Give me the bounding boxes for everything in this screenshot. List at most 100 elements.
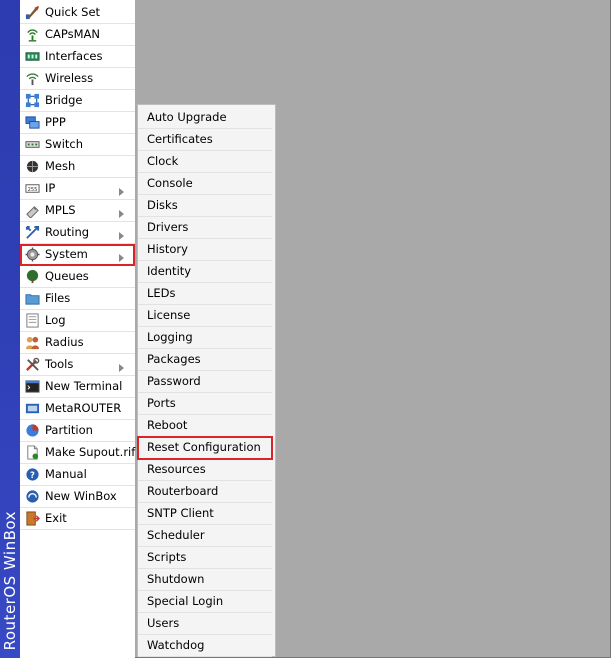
switch-icon (25, 137, 40, 152)
menu-item-label: Manual (45, 467, 87, 481)
submenu-item-sntp-client[interactable]: SNTP Client (138, 503, 272, 525)
submenu-item-identity[interactable]: Identity (138, 261, 272, 283)
menu-item-label: Log (45, 313, 66, 327)
submenu-item-certificates[interactable]: Certificates (138, 129, 272, 151)
interfaces-icon (25, 49, 40, 64)
submenu-item-routerboard[interactable]: Routerboard (138, 481, 272, 503)
terminal-icon (25, 379, 40, 394)
menu-item-label: Wireless (45, 71, 94, 85)
menu-item-exit[interactable]: Exit (20, 508, 135, 530)
submenu-item-reset-configuration[interactable]: Reset Configuration (137, 436, 273, 460)
menu-item-label: Bridge (45, 93, 83, 107)
menu-item-metarouter[interactable]: MetaROUTER (20, 398, 135, 420)
menu-item-files[interactable]: Files (20, 288, 135, 310)
menu-item-quick-set[interactable]: Quick Set (20, 2, 135, 24)
submenu-item-scripts[interactable]: Scripts (138, 547, 272, 569)
submenu-item-clock[interactable]: Clock (138, 151, 272, 173)
system-gear-icon (25, 247, 40, 262)
submenu-item-users[interactable]: Users (138, 613, 272, 635)
menu-item-tools[interactable]: Tools (20, 354, 135, 376)
submenu-item-console[interactable]: Console (138, 173, 272, 195)
bridge-icon (25, 93, 40, 108)
menu-item-interfaces[interactable]: Interfaces (20, 46, 135, 68)
menu-item-make-supout-rif[interactable]: Make Supout.rif (20, 442, 135, 464)
svg-text:?: ? (30, 470, 35, 480)
menu-item-label: Make Supout.rif (45, 445, 136, 459)
exit-icon (25, 511, 41, 526)
submenu-item-auto-upgrade[interactable]: Auto Upgrade (138, 107, 272, 129)
svg-text:255: 255 (28, 187, 38, 193)
log-icon (25, 313, 40, 328)
menu-item-switch[interactable]: Switch (20, 134, 135, 156)
menu-item-mesh[interactable]: Mesh (20, 156, 135, 178)
brand-strip: RouterOS WinBox (0, 0, 20, 658)
menu-item-ip[interactable]: 255 IP (20, 178, 135, 200)
menu-item-label: Exit (45, 511, 67, 525)
menu-item-label: MetaROUTER (45, 401, 122, 415)
submenu-arrow-icon (118, 227, 126, 240)
menu-item-new-terminal[interactable]: New Terminal (20, 376, 135, 398)
submenu-arrow-icon (118, 359, 126, 372)
submenu-item-scheduler[interactable]: Scheduler (138, 525, 272, 547)
submenu-item-leds[interactable]: LEDs (138, 283, 272, 305)
submenu-item-disks[interactable]: Disks (138, 195, 272, 217)
submenu-item-packages[interactable]: Packages (138, 349, 272, 371)
menu-item-label: New Terminal (45, 379, 123, 393)
menu-item-label: IP (45, 181, 56, 195)
main-menu: Quick Set CAPsMAN Interfaces Wireless Bridge… (20, 2, 135, 530)
tools-icon (25, 357, 40, 372)
mpls-icon (25, 203, 40, 219)
menu-item-label: Files (45, 291, 71, 305)
menu-item-label: Quick Set (45, 5, 101, 19)
menu-item-label: CAPsMAN (45, 27, 101, 41)
menu-item-label: MPLS (45, 203, 76, 217)
menu-item-label: System (45, 247, 88, 261)
submenu-arrow-icon (118, 249, 126, 262)
submenu-item-reboot[interactable]: Reboot (138, 415, 272, 437)
submenu-item-license[interactable]: License (138, 305, 272, 327)
quick-set-icon (25, 5, 40, 20)
menu-item-new-winbox[interactable]: New WinBox (20, 486, 135, 508)
ip-icon: 255 (25, 181, 40, 196)
capsman-icon (25, 27, 40, 42)
submenu-item-ports[interactable]: Ports (138, 393, 272, 415)
submenu-item-special-login[interactable]: Special Login (138, 591, 272, 613)
menu-item-ppp[interactable]: PPP (20, 112, 135, 134)
submenu-item-drivers[interactable]: Drivers (138, 217, 272, 239)
menu-item-label: PPP (45, 115, 66, 129)
supout-icon (25, 445, 40, 460)
files-icon (25, 291, 40, 306)
menu-item-queues[interactable]: Queues (20, 266, 135, 288)
manual-icon: ? (25, 467, 40, 482)
menu-item-mpls[interactable]: MPLS (20, 200, 135, 222)
ppp-icon (25, 115, 40, 130)
menu-item-label: New WinBox (45, 489, 117, 503)
menu-item-radius[interactable]: Radius (20, 332, 135, 354)
radius-icon (25, 335, 40, 350)
mesh-icon (25, 159, 40, 174)
menu-item-log[interactable]: Log (20, 310, 135, 332)
menu-item-label: Queues (45, 269, 89, 283)
menu-item-wireless[interactable]: Wireless (20, 68, 135, 90)
menu-item-label: Mesh (45, 159, 76, 173)
menu-item-capsman[interactable]: CAPsMAN (20, 24, 135, 46)
submenu-item-logging[interactable]: Logging (138, 327, 272, 349)
brand-text: RouterOS WinBox (1, 510, 19, 650)
metarouter-icon (25, 401, 40, 416)
submenu-item-password[interactable]: Password (138, 371, 272, 393)
submenu-item-shutdown[interactable]: Shutdown (138, 569, 272, 591)
routing-icon (25, 225, 40, 240)
submenu-item-watchdog[interactable]: Watchdog (138, 635, 272, 657)
menu-item-manual[interactable]: ? Manual (20, 464, 135, 486)
menu-item-label: Switch (45, 137, 84, 151)
submenu-arrow-icon (118, 183, 126, 196)
submenu-arrow-icon (118, 205, 126, 218)
submenu-item-history[interactable]: History (138, 239, 272, 261)
menu-item-routing[interactable]: Routing (20, 222, 135, 244)
menu-item-label: Radius (45, 335, 84, 349)
menu-item-partition[interactable]: Partition (20, 420, 135, 442)
menu-item-bridge[interactable]: Bridge (20, 90, 135, 112)
menu-item-system[interactable]: System (20, 244, 135, 266)
menu-item-label: Interfaces (45, 49, 103, 63)
submenu-item-resources[interactable]: Resources (138, 459, 272, 481)
